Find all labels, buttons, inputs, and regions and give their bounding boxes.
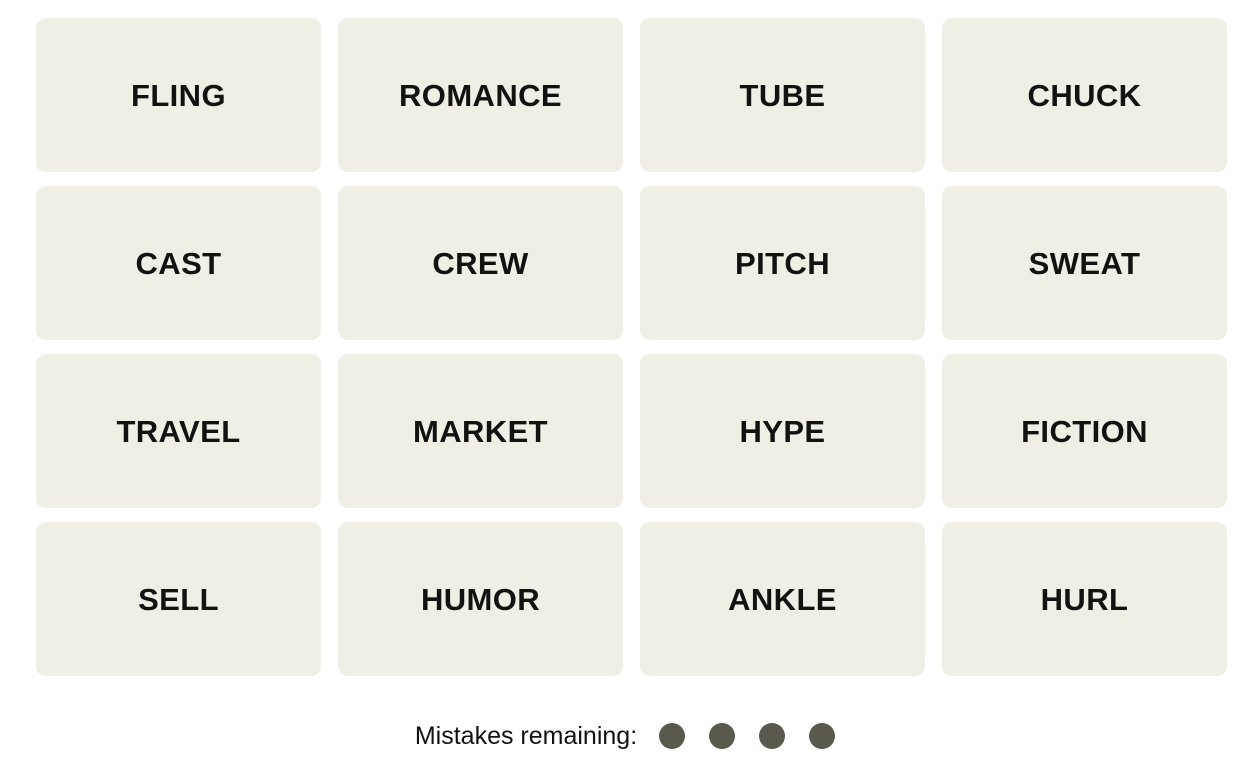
mistakes-dot-group bbox=[659, 723, 836, 749]
mistakes-remaining-label: Mistakes remaining: bbox=[414, 721, 638, 750]
word-tile-label: SWEAT bbox=[1028, 245, 1141, 281]
word-tile[interactable]: HYPE bbox=[640, 354, 925, 508]
word-tile[interactable]: CHUCK bbox=[942, 18, 1227, 172]
word-tile-label: TRAVEL bbox=[116, 413, 241, 449]
word-tile-label: MARKET bbox=[413, 413, 548, 449]
word-tile[interactable]: MARKET bbox=[338, 354, 623, 508]
word-tile-label: HYPE bbox=[739, 413, 826, 449]
word-tile-label: CHUCK bbox=[1027, 77, 1142, 113]
word-tile[interactable]: SELL bbox=[36, 522, 321, 676]
connections-game: FLING ROMANCE TUBE CHUCK CAST CREW PITCH… bbox=[0, 0, 1250, 765]
word-tile[interactable]: ANKLE bbox=[640, 522, 925, 676]
word-tile-label: FICTION bbox=[1021, 413, 1148, 449]
word-tile[interactable]: FICTION bbox=[942, 354, 1227, 508]
word-tile[interactable]: TUBE bbox=[640, 18, 925, 172]
word-tile[interactable]: CAST bbox=[36, 186, 321, 340]
word-tile-label: HURL bbox=[1040, 581, 1129, 617]
word-tile-label: FLING bbox=[131, 77, 226, 113]
word-tile-label: CREW bbox=[432, 245, 529, 281]
mistake-dot-icon bbox=[659, 723, 686, 749]
word-tile-label: CAST bbox=[135, 245, 222, 281]
word-tile-label: ANKLE bbox=[728, 581, 837, 617]
mistake-dot-icon bbox=[759, 723, 786, 749]
mistake-dot-icon bbox=[709, 723, 736, 749]
word-tile-label: TUBE bbox=[739, 77, 826, 113]
word-tile[interactable]: HUMOR bbox=[338, 522, 623, 676]
word-tile-label: HUMOR bbox=[420, 581, 541, 617]
word-tile[interactable]: ROMANCE bbox=[338, 18, 623, 172]
word-tile[interactable]: CREW bbox=[338, 186, 623, 340]
word-grid: FLING ROMANCE TUBE CHUCK CAST CREW PITCH… bbox=[36, 18, 1227, 676]
mistakes-remaining: Mistakes remaining: bbox=[0, 713, 1250, 759]
word-tile[interactable]: HURL bbox=[942, 522, 1227, 676]
word-tile[interactable]: PITCH bbox=[640, 186, 925, 340]
word-tile-label: SELL bbox=[138, 581, 219, 617]
word-tile-label: ROMANCE bbox=[399, 77, 562, 113]
word-tile[interactable]: TRAVEL bbox=[36, 354, 321, 508]
word-tile[interactable]: FLING bbox=[36, 18, 321, 172]
mistake-dot-icon bbox=[809, 723, 836, 749]
word-tile-label: PITCH bbox=[735, 245, 830, 281]
word-tile[interactable]: SWEAT bbox=[942, 186, 1227, 340]
